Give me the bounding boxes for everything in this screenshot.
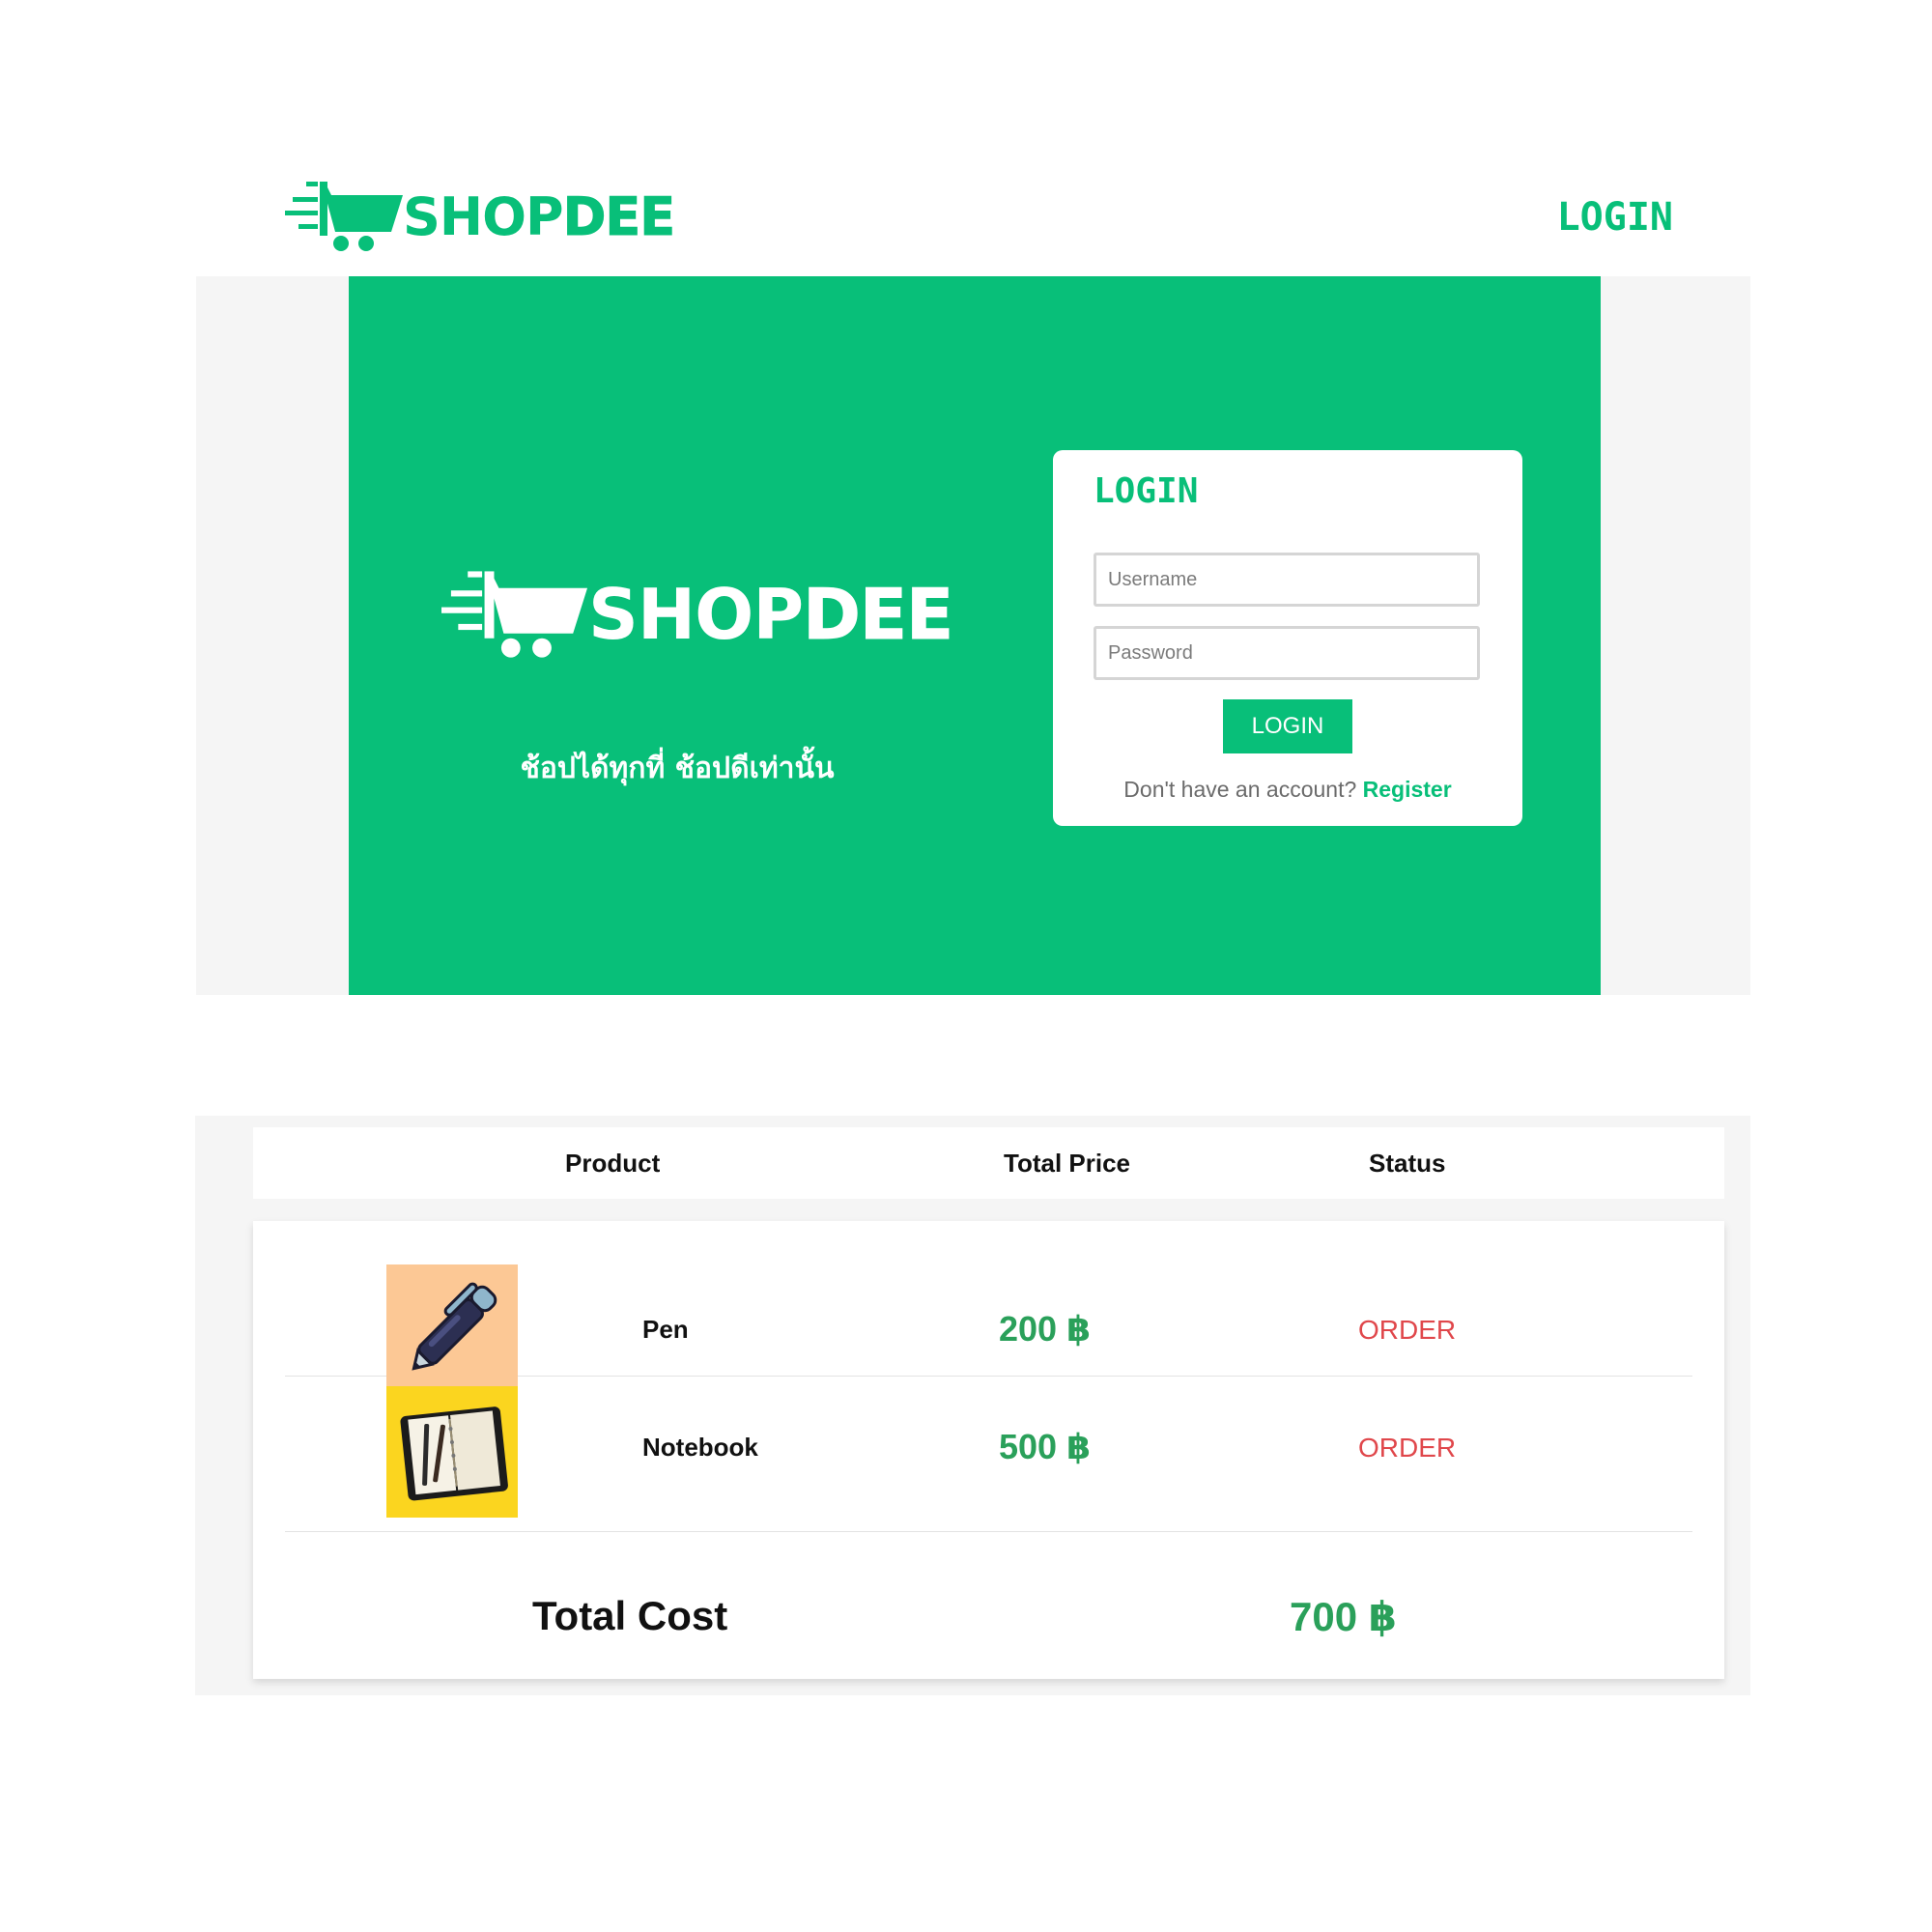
column-header-total-price: Total Price xyxy=(1004,1149,1131,1178)
logo-wordmark: SHOPDEE xyxy=(403,185,676,247)
no-account-text: Don't have an account? xyxy=(1123,777,1357,802)
table-row: Pen 200 ฿ ORDER xyxy=(285,1221,1692,1396)
order-status: ORDER xyxy=(1358,1315,1457,1345)
total-cost-value: 700 ฿ xyxy=(1290,1594,1397,1639)
shopping-cart-icon xyxy=(441,571,588,658)
order-status: ORDER xyxy=(1358,1433,1457,1463)
product-name: Notebook xyxy=(642,1433,758,1462)
login-button[interactable]: LOGIN xyxy=(1223,699,1352,753)
product-name: Pen xyxy=(642,1315,689,1344)
login-card: LOGIN LOGIN Don't have an account? Regis… xyxy=(1053,450,1522,826)
table-row: Notebook 500 ฿ ORDER xyxy=(285,1377,1692,1532)
product-price: 500 ฿ xyxy=(999,1427,1092,1466)
table-header: Product Total Price Status xyxy=(253,1127,1724,1199)
column-header-product: Product xyxy=(565,1149,661,1178)
column-header-status: Status xyxy=(1369,1149,1446,1178)
table-body: Pen 200 ฿ ORDER Notebook 500 ฿ ORDER Tot… xyxy=(253,1221,1724,1679)
logo-wordmark: SHOPDEE xyxy=(588,574,954,656)
order-summary-panel: Product Total Price Status Pen 200 ฿ ORD… xyxy=(195,1116,1750,1695)
hero-logo: SHOPDEE xyxy=(441,566,954,663)
username-input[interactable] xyxy=(1094,553,1480,607)
register-prompt: Don't have an account? Register xyxy=(1053,777,1522,803)
register-link[interactable]: Register xyxy=(1363,777,1452,802)
login-screen: SHOPDEE LOGIN SHOPDEE ช้อปได้ทุกที่ ช้อป… xyxy=(196,160,1750,995)
notebook-icon xyxy=(386,1386,518,1518)
hero-banner: SHOPDEE ช้อปได้ทุกที่ ช้อปดีเท่านั้น LOG… xyxy=(349,276,1601,995)
password-input[interactable] xyxy=(1094,626,1480,680)
shopdee-logo[interactable]: SHOPDEE xyxy=(285,178,676,255)
hero-tagline: ช้อปได้ทุกที่ ช้อปดีเท่านั้น xyxy=(520,752,835,785)
top-navbar: SHOPDEE LOGIN xyxy=(196,160,1750,276)
total-cost-label: Total Cost xyxy=(532,1593,728,1638)
product-price: 200 ฿ xyxy=(999,1309,1092,1349)
nav-login-link[interactable]: LOGIN xyxy=(1557,195,1673,240)
shopping-cart-icon xyxy=(285,182,403,251)
login-card-title: LOGIN xyxy=(1094,471,1199,511)
